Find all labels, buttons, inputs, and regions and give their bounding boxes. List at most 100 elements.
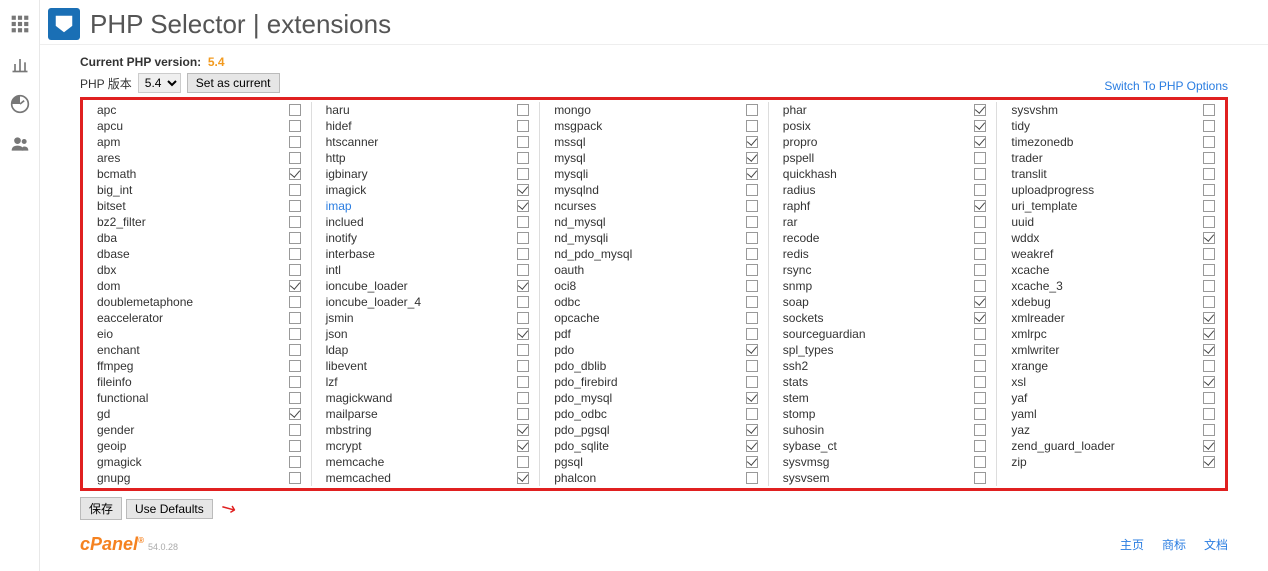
extension-label[interactable]: apc (97, 103, 116, 117)
extension-label[interactable]: http (326, 151, 346, 165)
extension-label[interactable]: bitset (97, 199, 126, 213)
extension-label[interactable]: pdf (554, 327, 571, 341)
extension-checkbox[interactable] (746, 328, 758, 340)
extension-label[interactable]: spl_types (783, 343, 834, 357)
extension-label[interactable]: dbx (97, 263, 116, 277)
extension-checkbox[interactable] (517, 152, 529, 164)
extension-checkbox[interactable] (1203, 408, 1215, 420)
extension-checkbox[interactable] (289, 152, 301, 164)
extension-label[interactable]: sysvshm (1011, 103, 1058, 117)
extension-label[interactable]: oauth (554, 263, 584, 277)
extension-checkbox[interactable] (517, 104, 529, 116)
extension-checkbox[interactable] (289, 392, 301, 404)
extension-checkbox[interactable] (1203, 440, 1215, 452)
extension-label[interactable]: pdo_odbc (554, 407, 607, 421)
extension-label[interactable]: enchant (97, 343, 140, 357)
extension-label[interactable]: pdo_firebird (554, 375, 617, 389)
extension-label[interactable]: pdo_sqlite (554, 439, 609, 453)
extension-checkbox[interactable] (746, 232, 758, 244)
extension-checkbox[interactable] (746, 120, 758, 132)
extension-checkbox[interactable] (517, 168, 529, 180)
extension-label[interactable]: xcache_3 (1011, 279, 1062, 293)
extension-label[interactable]: opcache (554, 311, 599, 325)
extension-checkbox[interactable] (1203, 104, 1215, 116)
extension-checkbox[interactable] (974, 216, 986, 228)
extension-label[interactable]: mysqli (554, 167, 588, 181)
extension-checkbox[interactable] (974, 248, 986, 260)
extension-checkbox[interactable] (517, 408, 529, 420)
extension-label[interactable]: propro (783, 135, 818, 149)
extension-checkbox[interactable] (974, 184, 986, 196)
extension-label[interactable]: gender (97, 423, 134, 437)
extension-checkbox[interactable] (974, 200, 986, 212)
extension-checkbox[interactable] (746, 104, 758, 116)
extension-checkbox[interactable] (289, 424, 301, 436)
extension-label[interactable]: gmagick (97, 455, 142, 469)
extension-label[interactable]: ioncube_loader_4 (326, 295, 421, 309)
extension-checkbox[interactable] (517, 424, 529, 436)
extension-checkbox[interactable] (974, 232, 986, 244)
extension-checkbox[interactable] (289, 200, 301, 212)
extension-label[interactable]: interbase (326, 247, 375, 261)
extension-checkbox[interactable] (746, 136, 758, 148)
extension-checkbox[interactable] (1203, 376, 1215, 388)
footer-link-trademark[interactable]: 商标 (1162, 536, 1186, 553)
extension-label[interactable]: dba (97, 231, 117, 245)
extension-label[interactable]: redis (783, 247, 809, 261)
extension-checkbox[interactable] (289, 120, 301, 132)
extension-label[interactable]: intl (326, 263, 341, 277)
extension-checkbox[interactable] (974, 392, 986, 404)
extension-label[interactable]: sourceguardian (783, 327, 866, 341)
extension-checkbox[interactable] (1203, 264, 1215, 276)
footer-link-docs[interactable]: 文档 (1204, 536, 1228, 553)
extension-label[interactable]: mbstring (326, 423, 372, 437)
extension-label[interactable]: gd (97, 407, 110, 421)
extension-checkbox[interactable] (746, 264, 758, 276)
extension-label[interactable]: msgpack (554, 119, 602, 133)
extension-label[interactable]: lzf (326, 375, 338, 389)
extension-checkbox[interactable] (289, 296, 301, 308)
extension-checkbox[interactable] (974, 104, 986, 116)
footer-link-home[interactable]: 主页 (1120, 536, 1144, 553)
extension-label[interactable]: apm (97, 135, 120, 149)
extension-checkbox[interactable] (1203, 280, 1215, 292)
extension-checkbox[interactable] (974, 280, 986, 292)
extension-label[interactable]: yaz (1011, 423, 1030, 437)
extension-checkbox[interactable] (289, 328, 301, 340)
extension-label[interactable]: stats (783, 375, 808, 389)
save-button[interactable]: 保存 (80, 497, 122, 520)
extension-label[interactable]: sysvsem (783, 471, 830, 485)
extension-checkbox[interactable] (1203, 296, 1215, 308)
extension-label[interactable]: xmlrpc (1011, 327, 1046, 341)
extension-checkbox[interactable] (1203, 200, 1215, 212)
extension-label[interactable]: wddx (1011, 231, 1039, 245)
extension-label[interactable]: imagick (326, 183, 367, 197)
extension-checkbox[interactable] (517, 184, 529, 196)
extension-label[interactable]: rar (783, 215, 798, 229)
extension-checkbox[interactable] (1203, 360, 1215, 372)
extension-label[interactable]: stem (783, 391, 809, 405)
extension-label[interactable]: snmp (783, 279, 812, 293)
extension-checkbox[interactable] (974, 136, 986, 148)
extension-checkbox[interactable] (746, 152, 758, 164)
extension-label[interactable]: fileinfo (97, 375, 132, 389)
extension-checkbox[interactable] (1203, 216, 1215, 228)
extension-label[interactable]: htscanner (326, 135, 379, 149)
extension-checkbox[interactable] (746, 408, 758, 420)
extension-label[interactable]: eio (97, 327, 113, 341)
extension-checkbox[interactable] (289, 184, 301, 196)
extension-label[interactable]: recode (783, 231, 820, 245)
extension-label[interactable]: xmlreader (1011, 311, 1064, 325)
extension-label[interactable]: zend_guard_loader (1011, 439, 1114, 453)
extension-label[interactable]: quickhash (783, 167, 837, 181)
extension-checkbox[interactable] (746, 184, 758, 196)
extension-label[interactable]: odbc (554, 295, 580, 309)
use-defaults-button[interactable]: Use Defaults (126, 499, 213, 519)
extension-label[interactable]: dbase (97, 247, 130, 261)
dashboard-icon[interactable] (0, 84, 40, 124)
extension-label[interactable]: libevent (326, 359, 367, 373)
extension-checkbox[interactable] (289, 440, 301, 452)
extension-checkbox[interactable] (517, 232, 529, 244)
extension-checkbox[interactable] (517, 344, 529, 356)
extension-label[interactable]: functional (97, 391, 148, 405)
